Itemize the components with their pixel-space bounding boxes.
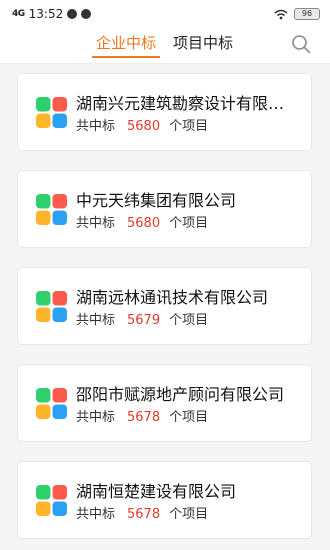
bid-summary: 共中标 5679 个项目 (76, 312, 298, 330)
status-time: 13:52 (28, 7, 64, 21)
company-logo-icon (36, 97, 67, 128)
message-notification-icon (67, 9, 78, 19)
bid-prefix: 共中标 (76, 507, 116, 522)
bid-summary: 共中标 5680 个项目 (76, 215, 298, 233)
signal-indicator: 4G (12, 9, 25, 19)
app-notification-icon (81, 9, 92, 19)
bid-count: 5680 (127, 216, 161, 231)
company-logo-icon (36, 291, 67, 322)
list-item[interactable]: 中元天纬集团有限公司 共中标 5680 个项目 (17, 170, 312, 248)
company-logo-icon (36, 194, 67, 225)
battery-indicator: 96 (294, 8, 320, 20)
list-item[interactable]: 邵阳市赋源地产顾问有限公司 共中标 5678 个项目 (17, 364, 312, 442)
company-name: 邵阳市赋源地产顾问有限公司 (76, 385, 285, 404)
status-bar: 4G 13:52 96 (0, 0, 330, 28)
bid-suffix: 个项目 (169, 313, 209, 328)
bid-summary: 共中标 5678 个项目 (76, 506, 298, 524)
company-name: 中元天纬集团有限公司 (76, 191, 237, 210)
bid-suffix: 个项目 (169, 507, 209, 522)
bid-count: 5680 (127, 119, 161, 134)
top-tab-bar: 企业中标 项目中标 (0, 28, 330, 64)
bid-summary: 共中标 5678 个项目 (76, 409, 298, 427)
status-left: 4G 13:52 (12, 7, 92, 21)
list-item[interactable]: 湖南兴元建筑勘察设计有限公司 共中标 5680 个项目 (17, 73, 312, 151)
bid-count: 5678 (127, 507, 161, 522)
bid-summary: 共中标 5680 个项目 (76, 118, 298, 136)
bid-count: 5678 (127, 410, 161, 425)
tab-enterprise-bids[interactable]: 企业中标 (92, 32, 160, 58)
bid-count: 5679 (127, 313, 161, 328)
bid-suffix: 个项目 (169, 216, 209, 231)
company-logo-icon (36, 388, 67, 419)
company-name: 湖南远林通讯技术有限公司 (76, 288, 269, 307)
company-name: 湖南恒楚建设有限公司 (76, 482, 237, 501)
list-item[interactable]: 湖南远林通讯技术有限公司 共中标 5679 个项目 (17, 267, 312, 345)
wifi-icon (274, 9, 288, 19)
status-right: 96 (274, 8, 320, 20)
company-logo-icon (36, 485, 67, 516)
bid-suffix: 个项目 (169, 119, 209, 134)
search-icon[interactable] (290, 33, 312, 55)
company-name: 湖南兴元建筑勘察设计有限公司 (76, 94, 298, 113)
bid-suffix: 个项目 (169, 410, 209, 425)
tab-project-bids[interactable]: 项目中标 (170, 32, 236, 58)
bid-prefix: 共中标 (76, 410, 116, 425)
list-item[interactable]: 湖南恒楚建设有限公司 共中标 5678 个项目 (17, 461, 312, 539)
bid-prefix: 共中标 (76, 313, 116, 328)
bid-prefix: 共中标 (76, 216, 116, 231)
bid-prefix: 共中标 (76, 119, 116, 134)
